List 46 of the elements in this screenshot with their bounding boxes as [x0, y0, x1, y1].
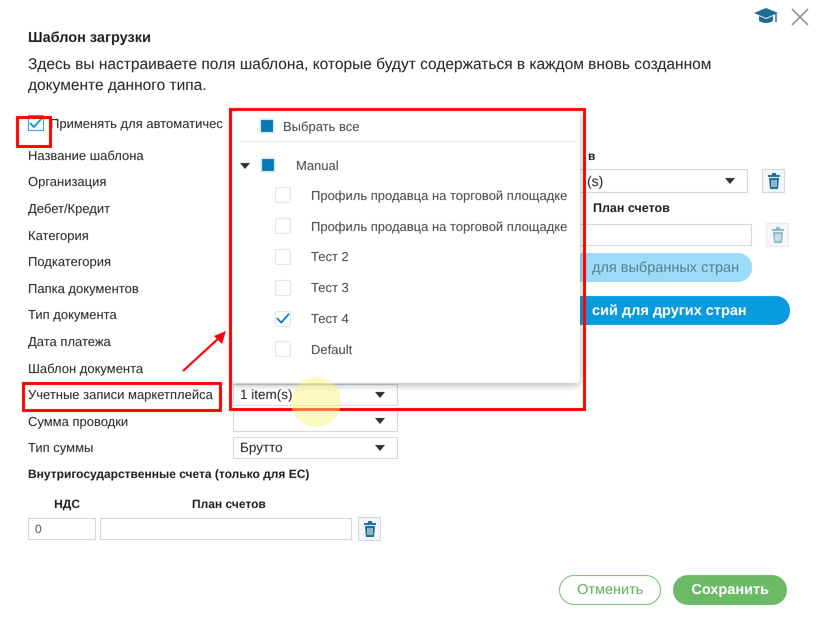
- column-header: План счетов: [593, 201, 670, 215]
- menu-item[interactable]: Тест 2: [311, 249, 349, 264]
- caret-icon: [725, 178, 735, 184]
- caret-icon[interactable]: [240, 160, 250, 170]
- description-text: Здесь вы настраиваете поля шаблона, которые будут содержаться в каждом вновь созданном документе данного типа.: [28, 55, 712, 96]
- vat-field[interactable]: 0: [28, 518, 96, 540]
- caret-icon: [375, 444, 385, 451]
- menu-item[interactable]: Профиль продавца на торговой площадке: [311, 218, 568, 234]
- menu-item[interactable]: Тест 3: [311, 280, 349, 296]
- field-label: Дебет/Кредит: [28, 200, 110, 216]
- cursor-highlight: [291, 377, 341, 427]
- field-label: Тип документа: [28, 307, 117, 322]
- delete-button[interactable]: [762, 169, 785, 193]
- checkbox-label: Применять для автоматичес: [50, 116, 223, 130]
- trash-icon: [364, 521, 376, 538]
- annotation-arrow: [182, 331, 226, 372]
- delete-button[interactable]: [358, 517, 381, 542]
- dialog-title: Шаблон загрузки: [28, 30, 152, 46]
- column-header: План счетов: [192, 497, 266, 512]
- caret-icon: [375, 418, 385, 424]
- field-label: Тип суммы: [28, 440, 94, 456]
- trash-icon: [768, 173, 780, 189]
- close-icon[interactable]: [791, 8, 809, 26]
- field-label: Название шаблона: [28, 148, 144, 163]
- field-label: Учетные записи маркетплейса: [28, 387, 213, 402]
- field-label: Сумма проводки: [28, 414, 128, 429]
- field-label: Организация: [28, 174, 106, 190]
- highlight-frame: [16, 116, 52, 148]
- select-field[interactable]: Брутто: [233, 436, 398, 459]
- plan-field[interactable]: [100, 518, 352, 540]
- menu-item[interactable]: Тест 4: [311, 311, 349, 326]
- section-title: Внутригосударственные счета (только для ЕС): [28, 467, 310, 482]
- select-field[interactable]: [233, 410, 398, 432]
- caret-icon: [375, 392, 385, 398]
- menu-item[interactable]: Manual: [296, 158, 339, 172]
- field-label: Подкатегория: [28, 254, 112, 270]
- menu-item[interactable]: Выбрать все: [283, 118, 360, 134]
- select-field[interactable]: 1 item(s): [233, 384, 398, 406]
- column-header: в: [588, 149, 596, 163]
- menu-item[interactable]: Default: [311, 342, 352, 357]
- column-header: НДС: [53, 497, 80, 512]
- field-label: Шаблон документа: [28, 360, 144, 376]
- field-label: Папка документов: [28, 280, 139, 296]
- field-label: Дата платежа: [28, 334, 111, 349]
- trash-icon: [772, 227, 784, 243]
- field-label: Категория: [28, 228, 89, 243]
